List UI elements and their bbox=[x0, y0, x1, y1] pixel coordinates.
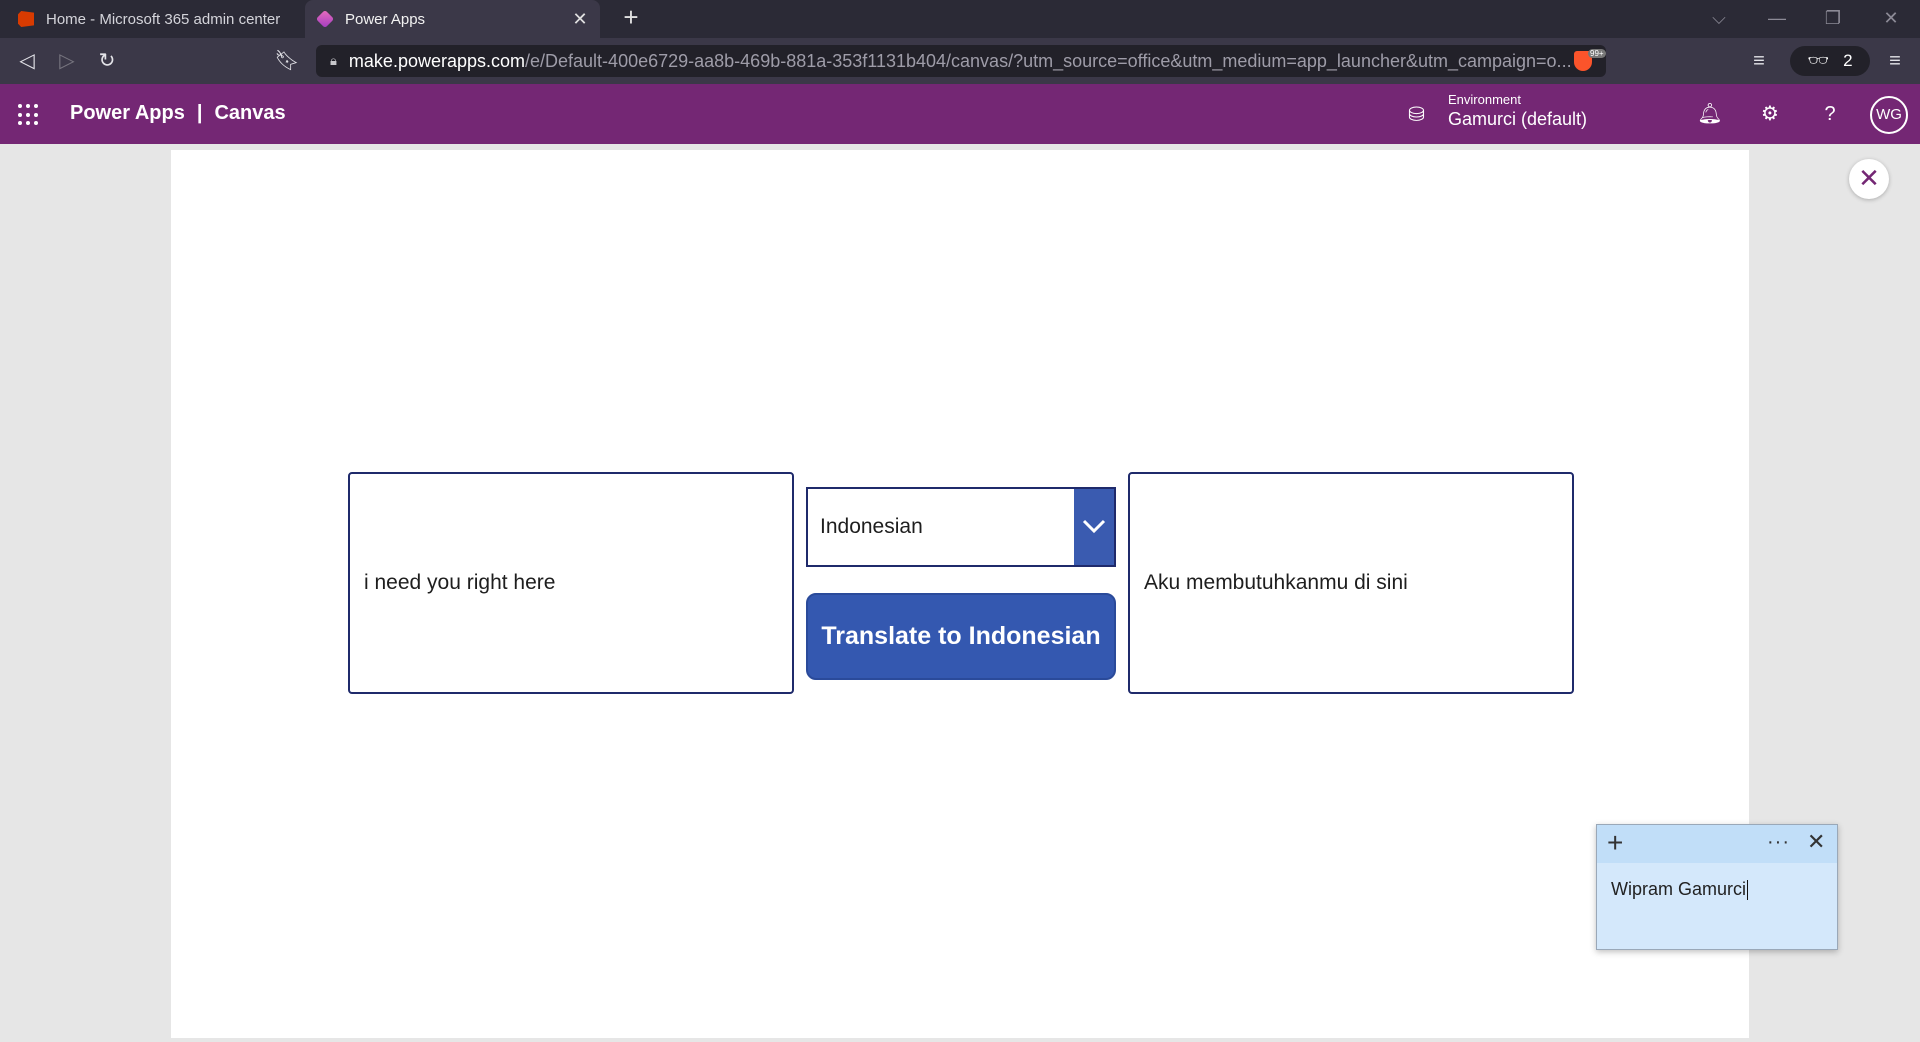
address-bar[interactable]: 🔒︎ make.powerapps.com /e/Default-400e672… bbox=[316, 45, 1606, 77]
restore-button[interactable]: ❐ bbox=[1804, 0, 1862, 38]
app-launcher-icon[interactable] bbox=[18, 104, 40, 126]
help-icon[interactable]: ? bbox=[1814, 98, 1846, 130]
lock-icon: 🔒︎ bbox=[330, 53, 337, 68]
sticky-note-body[interactable]: Wipram Gamurci bbox=[1611, 879, 1749, 901]
source-text-input[interactable]: i need you right here bbox=[348, 472, 794, 694]
selected-language: Indonesian bbox=[820, 515, 923, 538]
new-tab-button[interactable]: + bbox=[618, 4, 644, 31]
minimize-button[interactable]: — bbox=[1748, 0, 1806, 38]
more-options-icon[interactable]: ··· bbox=[1767, 831, 1790, 854]
wallet-count: 2 bbox=[1843, 51, 1853, 70]
browser-tab-strip: Home - Microsoft 365 admin center Power … bbox=[0, 0, 1920, 38]
avatar[interactable]: WG bbox=[1870, 96, 1908, 134]
shield-count-badge: 99+ bbox=[1588, 49, 1606, 58]
url-host: make.powerapps.com bbox=[348, 50, 526, 71]
brave-shields-button[interactable]: 99+ bbox=[1566, 45, 1606, 77]
environment-label: Environment bbox=[1448, 92, 1521, 107]
breadcrumb: Power Apps | Canvas bbox=[70, 102, 286, 125]
notifications-bell-icon[interactable]: 🔔︎ bbox=[1694, 98, 1726, 130]
source-text: i need you right here bbox=[364, 571, 556, 594]
close-icon[interactable]: ✕ bbox=[1807, 829, 1825, 855]
tab-m365-admin[interactable]: Home - Microsoft 365 admin center bbox=[0, 0, 300, 38]
translate-button[interactable]: Translate to Indonesian bbox=[806, 593, 1116, 680]
glasses-icon: 👓︎ bbox=[1807, 51, 1830, 70]
product-name[interactable]: Power Apps bbox=[70, 102, 185, 125]
environment-value: Gamurci (default) bbox=[1448, 109, 1588, 129]
sticky-note-header: + ··· ✕ bbox=[1597, 825, 1837, 863]
url-path: /e/Default-400e6729-aa8b-469b-881a-353f1… bbox=[525, 50, 1572, 71]
tab-power-apps[interactable]: Power Apps ✕ bbox=[305, 0, 600, 38]
playlist-icon[interactable]: ≡ bbox=[1744, 46, 1774, 76]
window-close-button[interactable]: ✕ bbox=[1862, 0, 1920, 38]
language-dropdown[interactable]: Indonesian bbox=[806, 487, 1116, 567]
forward-button[interactable]: ▷ bbox=[52, 46, 82, 76]
section-name: Canvas bbox=[214, 102, 286, 124]
menu-icon[interactable]: ≡ bbox=[1880, 46, 1910, 76]
tab-search-icon[interactable]: ⌵ bbox=[1690, 0, 1748, 38]
power-apps-header: Power Apps | Canvas ⛁ Environment Gamurc… bbox=[0, 84, 1920, 144]
tab-label: Home - Microsoft 365 admin center bbox=[46, 10, 281, 28]
chevron-down-icon[interactable] bbox=[1074, 489, 1114, 565]
environment-picker[interactable]: Environment Gamurci (default) bbox=[1448, 92, 1587, 130]
environment-icon[interactable]: ⛁ bbox=[1408, 102, 1425, 127]
breadcrumb-separator: | bbox=[196, 102, 203, 124]
bookmark-icon[interactable]: 🔖︎ bbox=[272, 46, 302, 76]
browser-toolbar: ◁ ▷ ↻ 🔖︎ 🔒︎ make.powerapps.com /e/Defaul… bbox=[0, 38, 1920, 84]
office-icon bbox=[18, 11, 34, 27]
close-preview-button[interactable]: ✕ bbox=[1849, 159, 1889, 199]
sticky-note[interactable]: + ··· ✕ Wipram Gamurci bbox=[1596, 824, 1838, 950]
add-note-icon[interactable]: + bbox=[1607, 829, 1623, 857]
translated-text: Aku membutuhkanmu di sini bbox=[1144, 571, 1408, 594]
text-cursor bbox=[1747, 880, 1749, 901]
settings-gear-icon[interactable]: ⚙ bbox=[1754, 98, 1786, 130]
reload-button[interactable]: ↻ bbox=[92, 46, 122, 76]
sticky-note-text: Wipram Gamurci bbox=[1611, 879, 1747, 899]
translated-text-output: Aku membutuhkanmu di sini bbox=[1128, 472, 1574, 694]
power-apps-icon bbox=[315, 9, 335, 29]
tab-label: Power Apps bbox=[345, 10, 426, 28]
wallet-button[interactable]: 👓︎ 2 bbox=[1790, 46, 1870, 76]
close-icon[interactable]: ✕ bbox=[570, 9, 590, 29]
back-button[interactable]: ◁ bbox=[12, 46, 42, 76]
